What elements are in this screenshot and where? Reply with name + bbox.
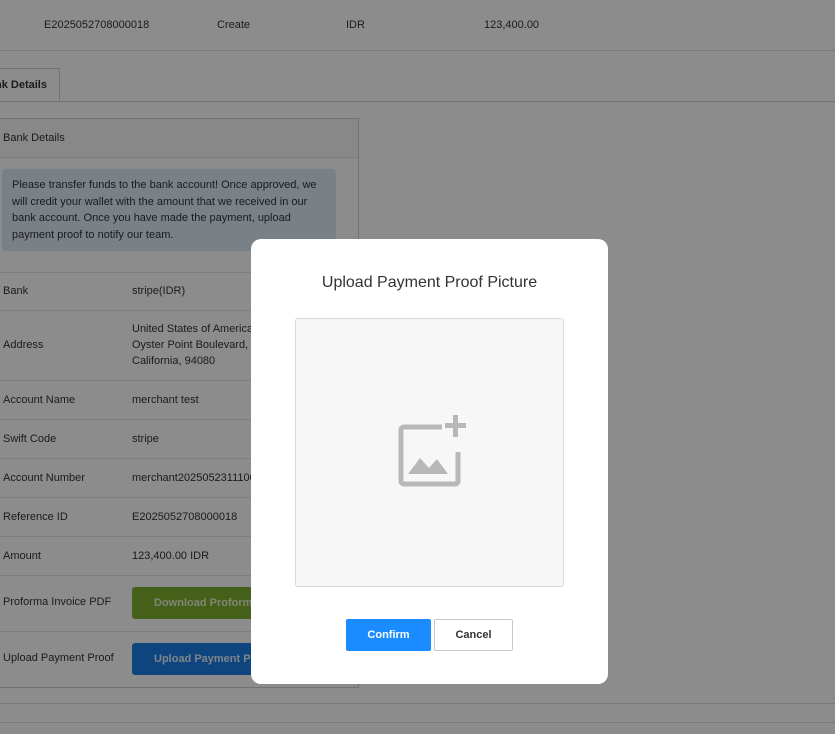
confirm-button[interactable]: Confirm xyxy=(346,619,431,651)
add-image-icon xyxy=(398,415,466,487)
image-dropzone[interactable] xyxy=(295,318,564,587)
cancel-button[interactable]: Cancel xyxy=(434,619,513,651)
upload-proof-modal: Upload Payment Proof Picture Confirm Can… xyxy=(251,239,608,684)
modal-title: Upload Payment Proof Picture xyxy=(321,274,538,291)
